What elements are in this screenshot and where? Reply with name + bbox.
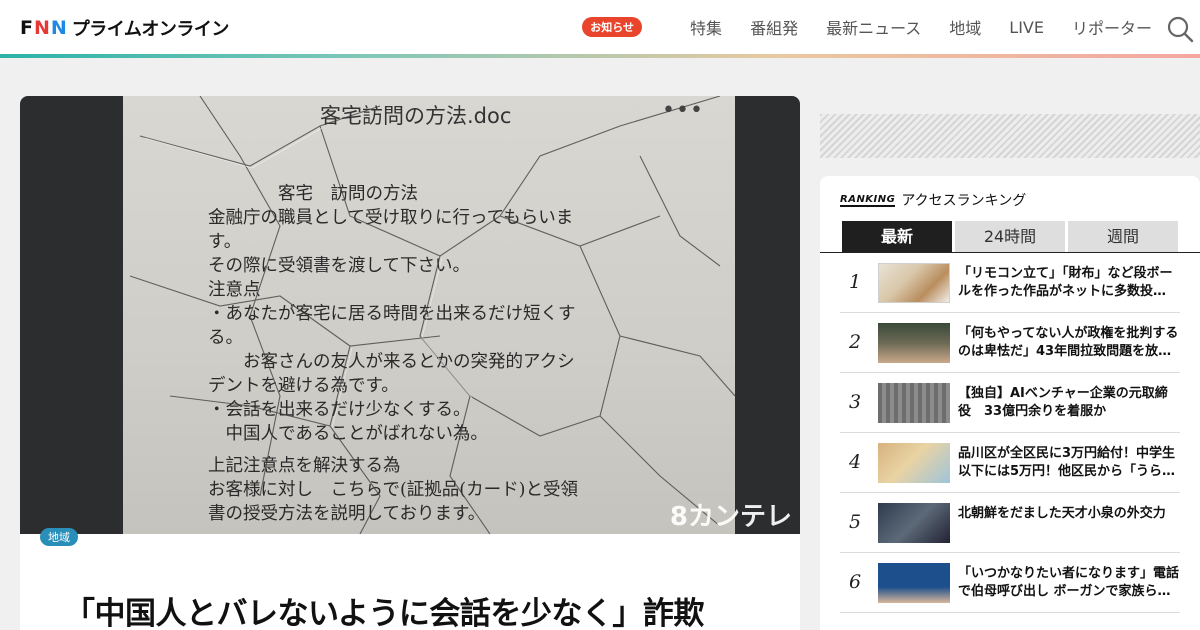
tab-24h[interactable]: 24時間 (955, 221, 1065, 252)
ranking-title: アクセスランキング (901, 193, 1027, 209)
article-hero-image[interactable]: 客宅訪問の方法.doc ••• 客宅 訪問の方法 金融庁の職員として受け取りに行… (20, 96, 800, 534)
channel-watermark: 8カンテレ (669, 502, 792, 532)
article-headline[interactable]: 「中国人とバレないように会話を少なく」詐欺 (64, 588, 704, 630)
rank-thumbnail (878, 323, 950, 363)
ranking-item[interactable]: 6 「いつかなりたい者になります」電話で伯母呼び出し ボーガンで家族ら… (840, 553, 1180, 613)
rank-number: 4 (848, 451, 862, 473)
ad-placeholder (820, 114, 1200, 158)
rank-title: 「リモコン立て」「財布」など段ボールを作った作品がネットに多数投… (958, 266, 1173, 299)
tab-weekly[interactable]: 週間 (1068, 221, 1178, 252)
ranking-list: 1 「リモコン立て」「財布」など段ボールを作った作品がネットに多数投… 2 「何… (840, 253, 1180, 613)
nav-item-reporter[interactable]: リポーター (1072, 15, 1152, 39)
ranking-logo: RANKING (840, 193, 896, 207)
tab-latest[interactable]: 最新 (842, 221, 952, 252)
rank-thumbnail (878, 443, 950, 483)
nav-item-programs[interactable]: 番組発 (750, 15, 798, 39)
rank-number: 5 (848, 511, 862, 533)
rank-number: 6 (848, 571, 862, 593)
nav-item-latest-news[interactable]: 最新ニュース (826, 15, 921, 39)
rank-thumbnail (878, 263, 950, 303)
category-tag[interactable]: 地域 (40, 528, 78, 546)
ranking-item[interactable]: 4 品川区が全区民に3万円給付！中学生以下には5万円！他区民から「うら… (840, 433, 1180, 493)
rank-number: 1 (848, 271, 862, 293)
rank-title: 【独自】AIベンチャー企業の元取締役 33億円余りを着服か (958, 386, 1168, 419)
main-nav: お知らせ 特集 番組発 最新ニュース 地域 LIVE リポーター (582, 0, 1152, 54)
rank-thumbnail (878, 383, 950, 423)
logo-fnn: FNN (20, 17, 68, 39)
ranking-header: RANKING アクセスランキング (840, 190, 1026, 210)
header-accent-bar (0, 54, 1200, 58)
rank-title: 北朝鮮をだました天才小泉の外交力 (958, 506, 1166, 521)
ranking-panel: RANKING アクセスランキング 最新 24時間 週間 1 「リモコン立て」「… (820, 176, 1200, 630)
nav-item-features[interactable]: 特集 (690, 15, 722, 39)
ranking-tabs: 最新 24時間 週間 (842, 221, 1181, 252)
article-card[interactable]: 客宅訪問の方法.doc ••• 客宅 訪問の方法 金融庁の職員として受け取りに行… (20, 96, 800, 630)
rank-thumbnail (878, 503, 950, 543)
ranking-item[interactable]: 1 「リモコン立て」「財布」など段ボールを作った作品がネットに多数投… (840, 253, 1180, 313)
logo-letter-n: N (50, 17, 68, 39)
screen-cracks (129, 96, 736, 534)
logo-text: プライムオンライン (71, 19, 230, 40)
ranking-item[interactable]: 5 北朝鮮をだました天才小泉の外交力 (840, 493, 1180, 553)
nav-item-region[interactable]: 地域 (949, 15, 981, 39)
ranking-item[interactable]: 2 「何もやってない人が政権を批判するのは卑怯だ」43年間拉致問題を放… (840, 313, 1180, 373)
rank-title: 「何もやってない人が政権を批判するのは卑怯だ」43年間拉致問題を放… (958, 326, 1179, 359)
rank-title: 品川区が全区民に3万円給付！中学生以下には5万円！他区民から「うら… (958, 446, 1176, 479)
logo-letter-n: N (33, 17, 51, 39)
site-header: FNN プライムオンライン お知らせ 特集 番組発 最新ニュース 地域 LIVE… (0, 0, 1200, 54)
logo-letter-f: F (20, 17, 34, 39)
rank-number: 3 (848, 391, 862, 413)
site-logo[interactable]: FNN プライムオンライン (20, 17, 230, 40)
rank-title: 「いつかなりたい者になります」電話で伯母呼び出し ボーガンで家族ら… (958, 566, 1180, 599)
rank-number: 2 (848, 331, 862, 353)
notice-button[interactable]: お知らせ (582, 17, 643, 37)
search-icon[interactable] (1166, 15, 1194, 43)
rank-thumbnail (878, 563, 950, 603)
ranking-item[interactable]: 3 【独自】AIベンチャー企業の元取締役 33億円余りを着服か (840, 373, 1180, 433)
nav-item-live[interactable]: LIVE (1009, 18, 1044, 37)
